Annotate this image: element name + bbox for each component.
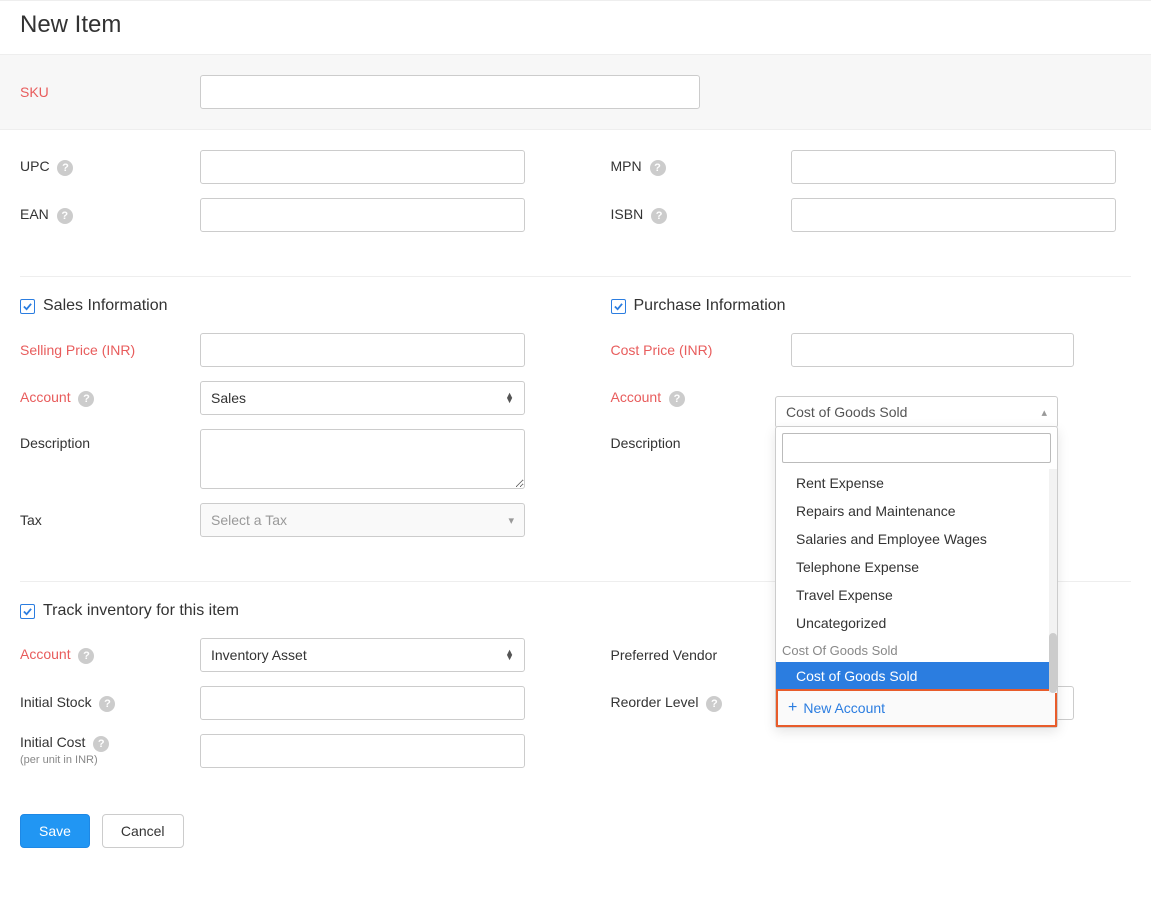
help-icon[interactable]: ? (99, 696, 115, 712)
sales-account-label: Account (20, 389, 71, 405)
sales-header: Sales Information (20, 297, 541, 315)
dropdown-list[interactable]: Rent Expense Repairs and Maintenance Sal… (776, 469, 1057, 689)
mpn-input[interactable] (791, 150, 1116, 184)
initial-cost-label: Initial Cost (20, 734, 85, 750)
tax-label: Tax (20, 512, 42, 528)
purchase-header: Purchase Information (611, 297, 1132, 315)
help-icon[interactable]: ? (57, 208, 73, 224)
account-dropdown-panel: Rent Expense Repairs and Maintenance Sal… (775, 426, 1058, 728)
initial-cost-sublabel: (per unit in INR) (20, 754, 200, 766)
new-account-label: New Account (803, 700, 885, 716)
isbn-input[interactable] (791, 198, 1116, 232)
divider (20, 276, 1131, 277)
chevron-down-icon: ▾ (508, 514, 514, 527)
sku-input[interactable] (200, 75, 700, 109)
ean-label: EAN (20, 206, 49, 222)
sales-account-select[interactable]: Sales ▲▼ (200, 381, 525, 415)
help-icon[interactable]: ? (78, 648, 94, 664)
help-icon[interactable]: ? (706, 696, 722, 712)
dropdown-item[interactable]: Repairs and Maintenance (776, 497, 1057, 525)
help-icon[interactable]: ? (93, 736, 109, 752)
upc-input[interactable] (200, 150, 525, 184)
selling-price-input[interactable] (200, 333, 525, 367)
purchase-checkbox[interactable] (611, 299, 626, 314)
cost-price-input[interactable] (791, 333, 1074, 367)
reorder-level-label: Reorder Level (611, 694, 699, 710)
sales-account-value: Sales (211, 390, 246, 406)
chevron-up-icon: ▴ (1041, 406, 1047, 419)
initial-stock-input[interactable] (200, 686, 525, 720)
cost-price-label: Cost Price (INR) (611, 342, 713, 358)
select-arrows-icon: ▲▼ (505, 650, 514, 660)
inventory-account-select[interactable]: Inventory Asset ▲▼ (200, 638, 525, 672)
tax-select[interactable]: Select a Tax ▾ (200, 503, 525, 537)
ean-input[interactable] (200, 198, 525, 232)
sku-row: SKU (0, 54, 1151, 130)
dropdown-item[interactable]: Uncategorized (776, 609, 1057, 637)
check-icon (23, 302, 32, 311)
inventory-account-label: Account (20, 646, 71, 662)
sales-checkbox[interactable] (20, 299, 35, 314)
new-account-button[interactable]: + New Account (776, 689, 1057, 727)
sku-label: SKU (20, 84, 49, 100)
initial-stock-label: Initial Stock (20, 694, 92, 710)
purchase-description-label: Description (611, 435, 681, 451)
help-icon[interactable]: ? (78, 391, 94, 407)
initial-cost-input[interactable] (200, 734, 525, 768)
inventory-account-value: Inventory Asset (211, 647, 307, 663)
check-icon (23, 607, 32, 616)
purchase-account-label: Account (611, 389, 662, 405)
dropdown-search-input[interactable] (782, 433, 1051, 463)
purchase-account-value: Cost of Goods Sold (786, 404, 907, 420)
inventory-header-label: Track inventory for this item (43, 602, 239, 620)
upc-label: UPC (20, 158, 50, 174)
help-icon[interactable]: ? (669, 391, 685, 407)
dropdown-item-selected[interactable]: Cost of Goods Sold (776, 662, 1057, 689)
help-icon[interactable]: ? (57, 160, 73, 176)
purchase-header-label: Purchase Information (634, 297, 786, 315)
sales-header-label: Sales Information (43, 297, 168, 315)
save-button[interactable]: Save (20, 814, 90, 848)
page-title: New Item (0, 0, 1151, 54)
tax-placeholder: Select a Tax (211, 512, 287, 528)
dropdown-item[interactable]: Rent Expense (776, 469, 1057, 497)
dropdown-item[interactable]: Travel Expense (776, 581, 1057, 609)
plus-icon: + (788, 699, 797, 717)
sales-description-label: Description (20, 435, 90, 451)
cancel-button[interactable]: Cancel (102, 814, 184, 848)
selling-price-label: Selling Price (INR) (20, 342, 135, 358)
dropdown-scrollbar[interactable] (1049, 469, 1057, 693)
check-icon (614, 302, 623, 311)
dropdown-item[interactable]: Salaries and Employee Wages (776, 525, 1057, 553)
help-icon[interactable]: ? (650, 160, 666, 176)
purchase-account-select[interactable]: Cost of Goods Sold ▴ (775, 396, 1058, 428)
dropdown-item[interactable]: Telephone Expense (776, 553, 1057, 581)
preferred-vendor-label: Preferred Vendor (611, 647, 718, 663)
sales-description-input[interactable] (200, 429, 525, 489)
help-icon[interactable]: ? (651, 208, 667, 224)
dropdown-group-label: Cost Of Goods Sold (776, 637, 1057, 662)
inventory-checkbox[interactable] (20, 604, 35, 619)
select-arrows-icon: ▲▼ (505, 393, 514, 403)
scrollbar-thumb[interactable] (1049, 633, 1057, 693)
mpn-label: MPN (611, 158, 642, 174)
isbn-label: ISBN (611, 206, 644, 222)
